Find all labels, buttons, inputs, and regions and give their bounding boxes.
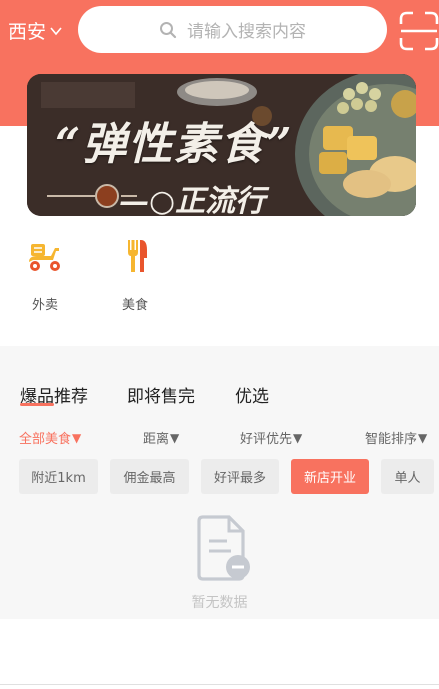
dropdown-arrow-icon: ▼: [72, 430, 82, 445]
chip-single-person[interactable]: 单人: [381, 459, 434, 494]
dropdown-arrow-icon: ▼: [418, 430, 428, 445]
sort-smart[interactable]: 智能排序 ▼: [365, 428, 428, 448]
sort-label: 全部美食: [19, 432, 72, 447]
category-label: 外卖: [31, 298, 58, 313]
chip-nearby[interactable]: 附近1km: [19, 459, 98, 494]
no-data-document-icon: [197, 515, 250, 581]
sort-distance[interactable]: 距离 ▼: [143, 428, 180, 448]
search-icon: [160, 21, 177, 38]
dropdown-arrow-icon: ▼: [170, 430, 180, 445]
dropdown-arrow-icon: ▼: [293, 430, 303, 445]
scooter-icon: [29, 244, 60, 271]
scan-icon[interactable]: [399, 11, 439, 51]
banner-headline: “弹性素食”: [55, 119, 294, 170]
category-label: 美食: [121, 298, 148, 313]
chip-new-stores[interactable]: 新店开业: [291, 459, 369, 494]
sort-label: 距离: [143, 432, 170, 447]
search-input[interactable]: 请输入搜索内容: [78, 6, 387, 53]
tab-selling-out[interactable]: 即将售完: [127, 382, 195, 407]
tab-preferred[interactable]: 优选: [235, 382, 269, 407]
city-selector[interactable]: 西安: [8, 14, 63, 46]
banner-subline: —○正流行: [119, 184, 266, 216]
sort-all-food[interactable]: 全部美食 ▼: [19, 428, 82, 448]
promo-banner[interactable]: “弹性素食” —○正流行: [27, 74, 416, 216]
chip-most-reviews[interactable]: 好评最多: [201, 459, 279, 494]
city-label: 西安: [8, 20, 47, 43]
divider: [0, 684, 439, 685]
sort-label: 智能排序: [365, 432, 418, 447]
search-placeholder: 请输入搜索内容: [187, 22, 306, 42]
active-tab-indicator: [20, 403, 54, 406]
empty-state-text: 暂无数据: [191, 595, 248, 611]
fork-knife-icon: [128, 240, 147, 272]
app-page: 西安 请输入搜索内容 “弹性素食” —○正流行 外卖 美食 爆品推荐 即将售完 …: [0, 0, 439, 689]
sort-label: 好评优先: [240, 432, 293, 447]
category-takeout[interactable]: 外卖: [20, 236, 70, 313]
chip-highest-commission[interactable]: 佣金最高: [110, 459, 189, 494]
chevron-down-icon: [50, 27, 62, 36]
category-food[interactable]: 美食: [110, 236, 160, 313]
sort-rating[interactable]: 好评优先 ▼: [240, 428, 303, 448]
